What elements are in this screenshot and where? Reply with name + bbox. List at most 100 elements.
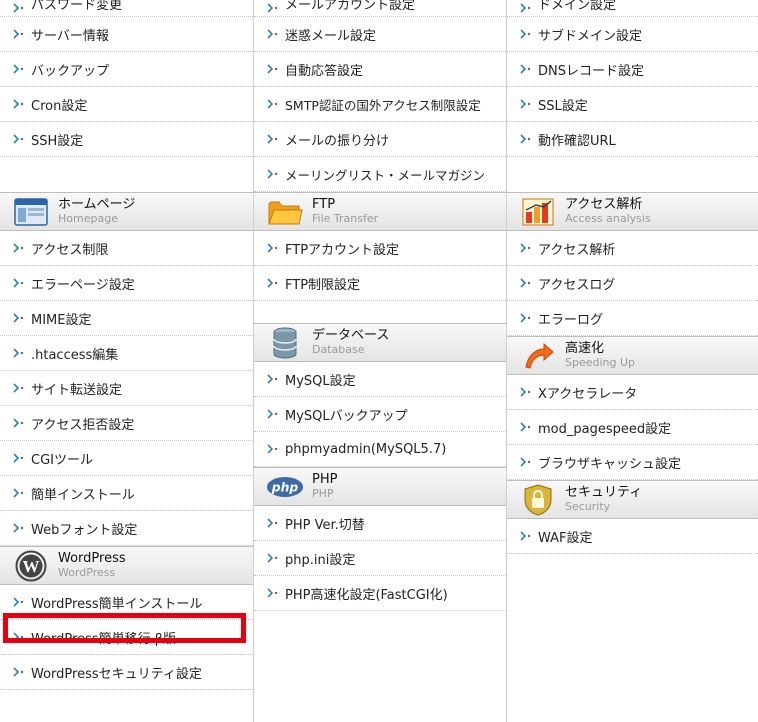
speed-arrow-icon [519,341,557,371]
php-logo-icon: php [266,472,304,502]
arrow-icon [267,3,278,13]
wordpress-logo-icon: W [12,550,50,581]
menu-item-webfont[interactable]: Webフォント設定 [0,511,253,546]
menu-item-label: WordPressセキュリティ設定 [31,666,202,682]
menu-item-access-analysis[interactable]: アクセス解析 [507,231,758,266]
menu-item-label: SSH設定 [31,133,84,149]
empty-cell [254,301,506,323]
menu-item-label: 迷惑メール設定 [285,28,377,44]
menu-item-waf[interactable]: WAF設定 [507,519,758,554]
menu-item-mail-filter[interactable]: メールの振り分け [254,122,506,157]
menu-item-label: サーバー情報 [31,28,109,44]
menu-item-label: PHP高速化設定(FastCGI化) [285,587,448,603]
arrow-icon [520,387,531,397]
menu-item-ftp-restriction[interactable]: FTP制限設定 [254,266,506,301]
menu-item-access-restriction[interactable]: アクセス制限 [0,231,253,266]
menu-item-mysql[interactable]: MySQL設定 [254,362,506,397]
arrow-icon [267,409,278,419]
menu-item-phpmyadmin[interactable]: phpmyadmin(MySQL5.7) [254,432,506,467]
menu-item-php-ini[interactable]: php.ini設定 [254,541,506,576]
menu-item-browser-cache[interactable]: ブラウザキャッシュ設定 [507,445,758,480]
arrow-icon [267,588,278,598]
menu-item-domain[interactable]: ドメイン設定 [507,0,758,17]
menu-item-mod-pagespeed[interactable]: mod_pagespeed設定 [507,410,758,445]
menu-item-label: PHP Ver.切替 [285,517,365,533]
menu-item-site-redirect[interactable]: サイト転送設定 [0,371,253,406]
menu-item-ssh[interactable]: SSH設定 [0,122,253,157]
menu-column-2: メールアカウント設定 迷惑メール設定 自動応答設定 SMTP認証の国外アクセス制… [254,0,507,722]
menu-item-error-log[interactable]: エラーログ [507,301,758,336]
section-title: セキュリティ [565,484,643,500]
menu-item-label: ドメイン設定 [538,0,617,13]
section-subtitle: Speeding Up [565,355,636,369]
menu-item-label: WordPress簡単移行 β版 [31,631,177,647]
menu-item-php-fastcgi[interactable]: PHP高速化設定(FastCGI化) [254,576,506,611]
section-title: WordPress [58,550,126,566]
menu-item-password[interactable]: パスワード変更 [0,0,253,17]
menu-item-label: アクセス解析 [538,242,616,258]
menu-item-server-info[interactable]: サーバー情報 [0,17,253,52]
menu-item-label: MySQLバックアップ [285,408,408,424]
menu-item-error-page[interactable]: エラーページ設定 [0,266,253,301]
arrow-icon [13,488,24,498]
menu-item-mime[interactable]: MIME設定 [0,301,253,336]
shield-lock-icon [519,483,557,516]
menu-item-label: MIME設定 [31,312,92,328]
arrow-icon [267,553,278,563]
arrow-icon [13,632,24,642]
menu-item-backup[interactable]: バックアップ [0,52,253,87]
section-subtitle: WordPress [58,565,116,579]
database-icon [266,327,304,358]
menu-item-easy-install[interactable]: 簡単インストール [0,476,253,511]
arrow-icon [520,64,531,74]
arrow-icon [267,278,278,288]
arrow-icon [13,243,24,253]
menu-item-cron[interactable]: Cron設定 [0,87,253,122]
menu-item-ftp-account[interactable]: FTPアカウント設定 [254,231,506,266]
arrow-icon [13,383,24,393]
menu-item-label: アクセス拒否設定 [31,417,135,433]
section-header-security: セキュリティ Security [507,480,758,519]
section-header-database: データベース Database [254,323,506,362]
arrow-icon [520,3,531,13]
menu-item-cgi-tool[interactable]: CGIツール [0,441,253,476]
menu-item-htaccess[interactable]: .htaccess編集 [0,336,253,371]
menu-item-x-accelerator[interactable]: Xアクセラレータ [507,375,758,410]
menu-item-spam[interactable]: 迷惑メール設定 [254,17,506,52]
menu-item-label: 簡単インストール [31,487,135,503]
section-subtitle: Database [312,342,365,356]
arrow-icon [267,518,278,528]
menu-item-access-log[interactable]: アクセスログ [507,266,758,301]
menu-item-dns[interactable]: DNSレコード設定 [507,52,758,87]
arrow-icon [13,29,24,39]
menu-item-mailing-list[interactable]: メーリングリスト・メールマガジン [254,157,506,192]
menu-item-smtp-restriction[interactable]: SMTP認証の国外アクセス制限設定 [254,87,506,122]
menu-item-test-url[interactable]: 動作確認URL [507,122,758,157]
menu-item-wp-easy-install[interactable]: WordPress簡単インストール [0,585,253,620]
menu-item-mysql-backup[interactable]: MySQLバックアップ [254,397,506,432]
menu-item-autoresponder[interactable]: 自動応答設定 [254,52,506,87]
arrow-icon [520,278,531,288]
svg-text:W: W [23,557,40,576]
menu-item-ssl[interactable]: SSL設定 [507,87,758,122]
menu-item-label: SMTP認証の国外アクセス制限設定 [285,97,481,113]
section-header-speed: 高速化 Speeding Up [507,336,758,375]
menu-item-label: WordPress簡単インストール [31,596,203,612]
arrow-icon [267,374,278,384]
arrow-icon [13,3,24,13]
section-title: 高速化 [565,340,605,356]
section-header-homepage: ホームページ Homepage [0,192,253,231]
menu-item-label: サブドメイン設定 [538,28,643,44]
menu-item-label: phpmyadmin(MySQL5.7) [285,441,447,457]
section-header-php: php PHP PHP [254,467,506,506]
menu-item-subdomain[interactable]: サブドメイン設定 [507,17,758,52]
menu-item-label: FTPアカウント設定 [285,242,400,258]
menu-item-access-deny[interactable]: アクセス拒否設定 [0,406,253,441]
menu-item-wp-migration[interactable]: WordPress簡単移行 β版 [0,620,253,655]
arrow-icon [13,418,24,428]
arrow-icon [13,348,24,358]
menu-item-mail-account[interactable]: メールアカウント設定 [254,0,506,17]
menu-item-php-version[interactable]: PHP Ver.切替 [254,506,506,541]
section-subtitle: PHP [312,486,334,500]
menu-item-wp-security[interactable]: WordPressセキュリティ設定 [0,655,253,690]
